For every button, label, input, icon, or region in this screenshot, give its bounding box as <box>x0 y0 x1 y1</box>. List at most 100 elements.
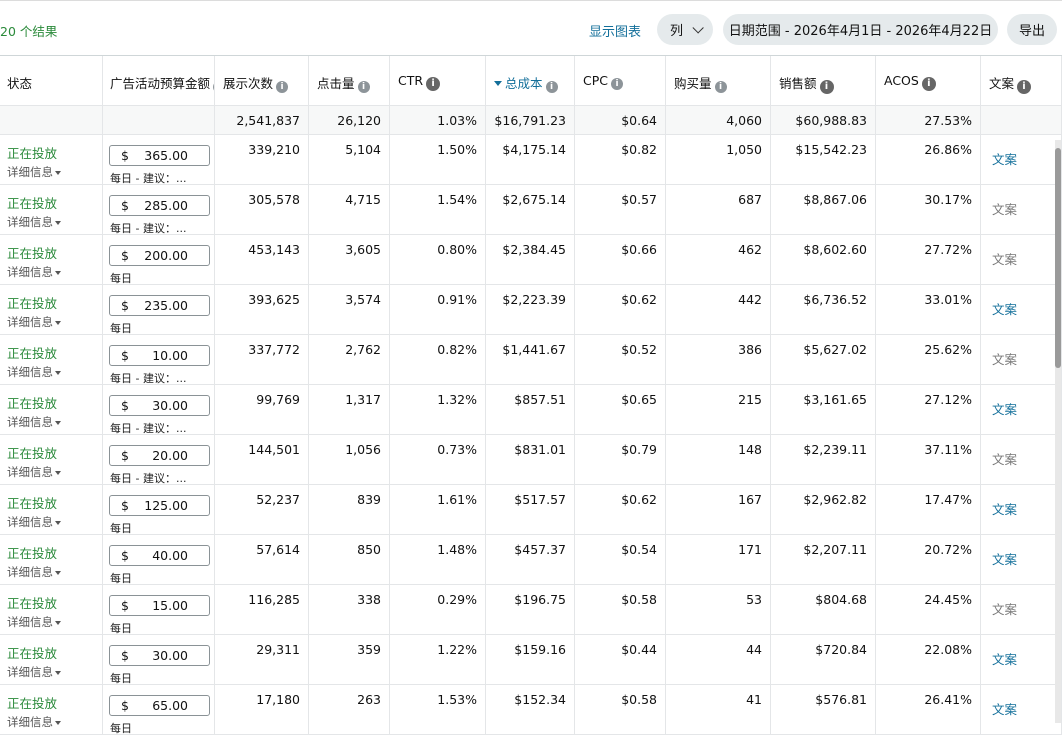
details-toggle[interactable]: 详细信息 <box>7 464 61 480</box>
copy-link[interactable]: 文案 <box>992 699 1017 718</box>
date-range-button[interactable]: 日期范围 - 2026年4月1日 - 2026年4月22日 <box>723 14 998 45</box>
column-header-status[interactable]: 状态 <box>0 56 103 105</box>
details-toggle[interactable]: 详细信息 <box>7 564 61 580</box>
table-row: 正在投放 详细信息 $125.00 每日 52,237 839 1.61% $517.57 $0… <box>0 485 1062 535</box>
column-header-orders[interactable]: 购买量 i <box>666 56 771 105</box>
column-header-impressions[interactable]: 展示次数 i <box>215 56 309 105</box>
column-header-label: CTR <box>398 73 424 88</box>
info-icon[interactable]: i <box>426 77 441 91</box>
budget-value: 200.00 <box>144 248 188 263</box>
details-toggle[interactable]: 详细信息 <box>7 664 61 680</box>
budget-input[interactable]: $285.00 <box>109 195 210 216</box>
budget-cell: $200.00 每日 <box>103 235 215 285</box>
acos-cell: 26.86% <box>876 135 981 184</box>
cpc-cell: $0.62 <box>575 485 666 534</box>
copy-link[interactable]: 文案 <box>992 649 1017 668</box>
info-icon[interactable]: i <box>357 81 370 93</box>
info-icon[interactable]: i <box>1017 80 1032 94</box>
ctr-cell: 1.48% <box>390 535 486 584</box>
columns-button[interactable]: 列 <box>657 14 713 45</box>
status-text: 正在投放 <box>7 496 58 511</box>
scrollbar-thumb[interactable] <box>1055 148 1061 368</box>
copy-link[interactable]: 文案 <box>992 149 1017 168</box>
info-icon[interactable]: i <box>545 81 558 93</box>
column-header-copy[interactable]: 文案 i <box>981 56 1062 105</box>
column-header-budget[interactable]: 广告活动预算金额i <box>103 56 215 105</box>
budget-input[interactable]: $365.00 <box>109 145 210 166</box>
copy-link[interactable]: 文案 <box>992 399 1017 418</box>
budget-input[interactable]: $10.00 <box>109 345 210 366</box>
details-toggle[interactable]: 详细信息 <box>7 714 61 730</box>
budget-cell: $65.00 每日 <box>103 685 215 735</box>
cost-cell: $196.75 <box>486 585 575 634</box>
cpc-cell: $0.66 <box>575 235 666 284</box>
column-header-cost[interactable]: 总成本 i <box>486 56 575 105</box>
copy-link[interactable]: 文案 <box>992 299 1017 318</box>
budget-frequency: 每日 - 建议：... <box>110 472 187 485</box>
details-toggle[interactable]: 详细信息 <box>7 514 61 530</box>
cost-cell: $831.01 <box>486 435 575 484</box>
details-toggle[interactable]: 详细信息 <box>7 264 61 280</box>
info-icon[interactable]: i <box>819 80 834 94</box>
status-cell: 正在投放 详细信息 <box>0 685 103 734</box>
details-toggle[interactable]: 详细信息 <box>7 164 61 180</box>
summary-acos: 27.53% <box>876 106 981 134</box>
summary-empty-cell <box>981 106 1062 134</box>
copy-link: 文案 <box>992 352 1018 367</box>
copy-link[interactable]: 文案 <box>992 549 1017 568</box>
details-label: 详细信息 <box>7 215 53 229</box>
column-header-acos[interactable]: ACOS i <box>876 56 981 105</box>
details-toggle[interactable]: 详细信息 <box>7 614 61 630</box>
budget-value: 285.00 <box>144 198 188 213</box>
show-chart-link[interactable]: 显示图表 <box>589 21 641 40</box>
chevron-down-icon <box>692 21 704 34</box>
budget-input[interactable]: $40.00 <box>109 545 210 566</box>
caret-down-icon <box>55 471 61 475</box>
budget-input[interactable]: $15.00 <box>109 595 210 616</box>
info-icon[interactable]: i <box>714 81 727 93</box>
currency-symbol: $ <box>121 548 129 563</box>
columns-label: 列 <box>669 24 683 39</box>
impressions-cell: 305,578 <box>215 185 309 234</box>
orders-cell: 53 <box>666 585 771 634</box>
details-toggle[interactable]: 详细信息 <box>7 414 61 430</box>
column-header-cpc[interactable]: CPC i <box>575 56 666 105</box>
sales-cell: $2,962.82 <box>771 485 876 534</box>
status-text: 正在投放 <box>7 246 58 261</box>
orders-cell: 41 <box>666 685 771 734</box>
column-header-sales[interactable]: 销售额 i <box>771 56 876 105</box>
budget-input[interactable]: $20.00 <box>109 445 210 466</box>
table-row: 正在投放 详细信息 $15.00 每日 116,285 338 0.29% $196.75 $0… <box>0 585 1062 635</box>
copy-cell: 文案 <box>981 435 1062 484</box>
impressions-cell: 337,772 <box>215 335 309 384</box>
summary-empty-cell <box>0 106 103 134</box>
info-icon[interactable]: i <box>276 81 289 93</box>
column-header-ctr[interactable]: CTR i <box>390 56 486 105</box>
budget-input[interactable]: $125.00 <box>109 495 210 516</box>
table-row: 正在投放 详细信息 $365.00 每日 - 建议：... 339,210 5,104 1.… <box>0 135 1062 185</box>
column-header-label: CPC <box>583 73 608 88</box>
currency-symbol: $ <box>121 198 129 213</box>
details-label: 详细信息 <box>7 665 53 679</box>
copy-link: 文案 <box>992 602 1018 617</box>
info-icon[interactable]: i <box>611 78 623 90</box>
clicks-cell: 1,317 <box>309 385 390 434</box>
details-toggle[interactable]: 详细信息 <box>7 314 61 330</box>
copy-link[interactable]: 文案 <box>992 499 1017 518</box>
budget-input[interactable]: $30.00 <box>109 645 210 666</box>
column-header-clicks[interactable]: 点击量 i <box>309 56 390 105</box>
caret-down-icon <box>55 621 61 625</box>
budget-input[interactable]: $235.00 <box>109 295 210 316</box>
budget-input[interactable]: $200.00 <box>109 245 210 266</box>
details-toggle[interactable]: 详细信息 <box>7 214 61 230</box>
summary-cost: $16,791.23 <box>486 106 575 134</box>
status-text: 正在投放 <box>7 296 58 311</box>
impressions-cell: 453,143 <box>215 235 309 284</box>
cpc-cell: $0.54 <box>575 535 666 584</box>
export-button[interactable]: 导出 <box>1007 14 1057 45</box>
sales-cell: $804.68 <box>771 585 876 634</box>
budget-input[interactable]: $65.00 <box>109 695 210 716</box>
info-icon[interactable]: i <box>921 77 936 91</box>
budget-input[interactable]: $30.00 <box>109 395 210 416</box>
details-toggle[interactable]: 详细信息 <box>7 364 61 380</box>
